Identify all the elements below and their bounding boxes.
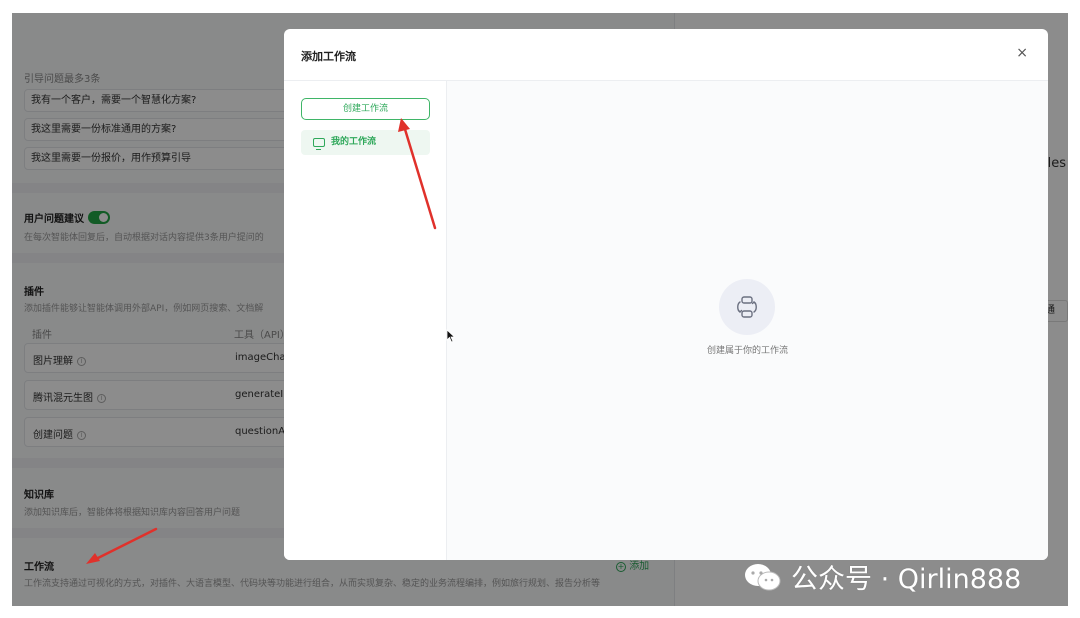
watermark: 公众号 · Qirlin888 xyxy=(743,557,1021,596)
create-workflow-button[interactable]: 创建工作流 xyxy=(301,98,430,120)
close-icon[interactable]: × xyxy=(1016,45,1028,61)
tab-my-workflows-label: 我的工作流 xyxy=(331,137,377,147)
wechat-icon xyxy=(745,564,781,591)
workflow-icon xyxy=(719,279,775,335)
add-workflow-dialog: 添加工作流 × 创建工作流 我的工作流 创建属于你的工作流 xyxy=(284,29,1048,560)
dialog-content: 创建属于你的工作流 xyxy=(447,81,1048,560)
dialog-title: 添加工作流 xyxy=(301,50,356,63)
monitor-icon xyxy=(313,138,325,150)
dialog-sidebar: 创建工作流 我的工作流 xyxy=(284,81,447,560)
app-window: 引导问题最多3条 我有一个客户，需要一个智慧化方案? 我这里需要一份标准通用的方… xyxy=(12,13,1068,606)
empty-state-text: 创建属于你的工作流 xyxy=(706,346,788,356)
dialog-header: 添加工作流 × xyxy=(284,29,1048,81)
mouse-cursor-icon xyxy=(446,329,456,343)
watermark-text: 公众号 · Qirlin888 xyxy=(791,564,1022,595)
tab-my-workflows[interactable]: 我的工作流 xyxy=(301,130,430,155)
